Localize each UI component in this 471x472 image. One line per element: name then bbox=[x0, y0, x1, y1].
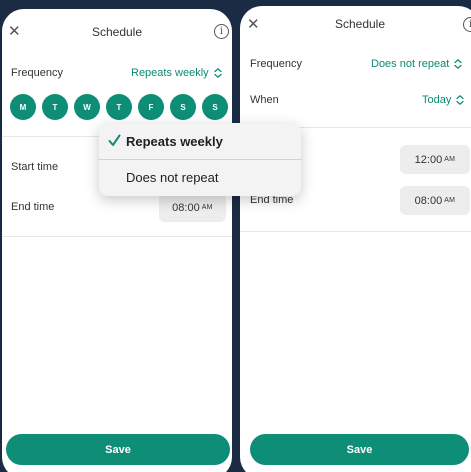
frequency-label: Frequency bbox=[11, 67, 63, 79]
page-title: Schedule bbox=[91, 25, 143, 39]
menu-divider bbox=[99, 159, 301, 160]
end-time-value: 08:00 bbox=[414, 194, 443, 207]
screenshot: ✕ Schedule i Frequency Repeats weekly M … bbox=[0, 0, 471, 472]
day-toggle-wednesday[interactable]: W bbox=[74, 94, 100, 120]
frequency-value: Does not repeat bbox=[371, 58, 450, 70]
schedule-screen-once: ✕ Schedule i Frequency Does not repeat W… bbox=[240, 6, 471, 472]
schedule-screen-weekly: ✕ Schedule i Frequency Repeats weekly M … bbox=[2, 9, 232, 472]
day-toggle-monday[interactable]: M bbox=[10, 94, 36, 120]
end-time-label: End time bbox=[11, 201, 55, 213]
divider bbox=[2, 236, 232, 237]
start-time-value: 12:00 bbox=[414, 153, 443, 166]
day-toggle-friday[interactable]: F bbox=[138, 94, 164, 120]
day-toggle-tuesday[interactable]: T bbox=[42, 94, 68, 120]
when-select[interactable]: Today bbox=[422, 94, 465, 106]
end-time-picker[interactable]: 08:00 AM bbox=[159, 193, 226, 222]
when-label: When bbox=[250, 94, 279, 106]
frequency-popup-menu: Repeats weekly Does not repeat bbox=[99, 123, 301, 196]
end-time-ampm: AM bbox=[201, 204, 213, 211]
frequency-select[interactable]: Repeats weekly bbox=[131, 67, 223, 79]
end-time-picker[interactable]: 08:00 AM bbox=[400, 186, 470, 215]
chevron-up-down-icon bbox=[454, 59, 462, 69]
page-title: Schedule bbox=[334, 17, 386, 31]
info-icon[interactable]: i bbox=[214, 24, 229, 39]
end-time-ampm: AM bbox=[444, 197, 456, 204]
day-toggle-saturday[interactable]: S bbox=[170, 94, 196, 120]
day-toggle-sunday[interactable]: S bbox=[202, 94, 228, 120]
when-value: Today bbox=[422, 94, 452, 106]
chevron-up-down-icon bbox=[456, 95, 465, 105]
menu-item-repeats-weekly[interactable]: Repeats weekly bbox=[99, 134, 301, 149]
info-icon[interactable]: i bbox=[463, 17, 471, 32]
end-time-value: 08:00 bbox=[172, 201, 200, 214]
frequency-label: Frequency bbox=[250, 58, 302, 70]
chevron-up-down-icon bbox=[214, 68, 222, 78]
divider bbox=[240, 231, 471, 232]
frequency-value: Repeats weekly bbox=[131, 67, 209, 79]
start-time-label: Start time bbox=[11, 161, 59, 173]
save-button[interactable]: Save bbox=[250, 434, 469, 465]
day-toggle-thursday[interactable]: T bbox=[106, 94, 132, 120]
save-button[interactable]: Save bbox=[6, 434, 230, 465]
start-time-ampm: AM bbox=[444, 156, 456, 163]
weekday-selector: M T W T F S S bbox=[10, 94, 228, 120]
start-time-picker[interactable]: 12:00 AM bbox=[400, 145, 470, 174]
frequency-select[interactable]: Does not repeat bbox=[371, 58, 463, 70]
menu-item-does-not-repeat[interactable]: Does not repeat bbox=[99, 170, 301, 185]
